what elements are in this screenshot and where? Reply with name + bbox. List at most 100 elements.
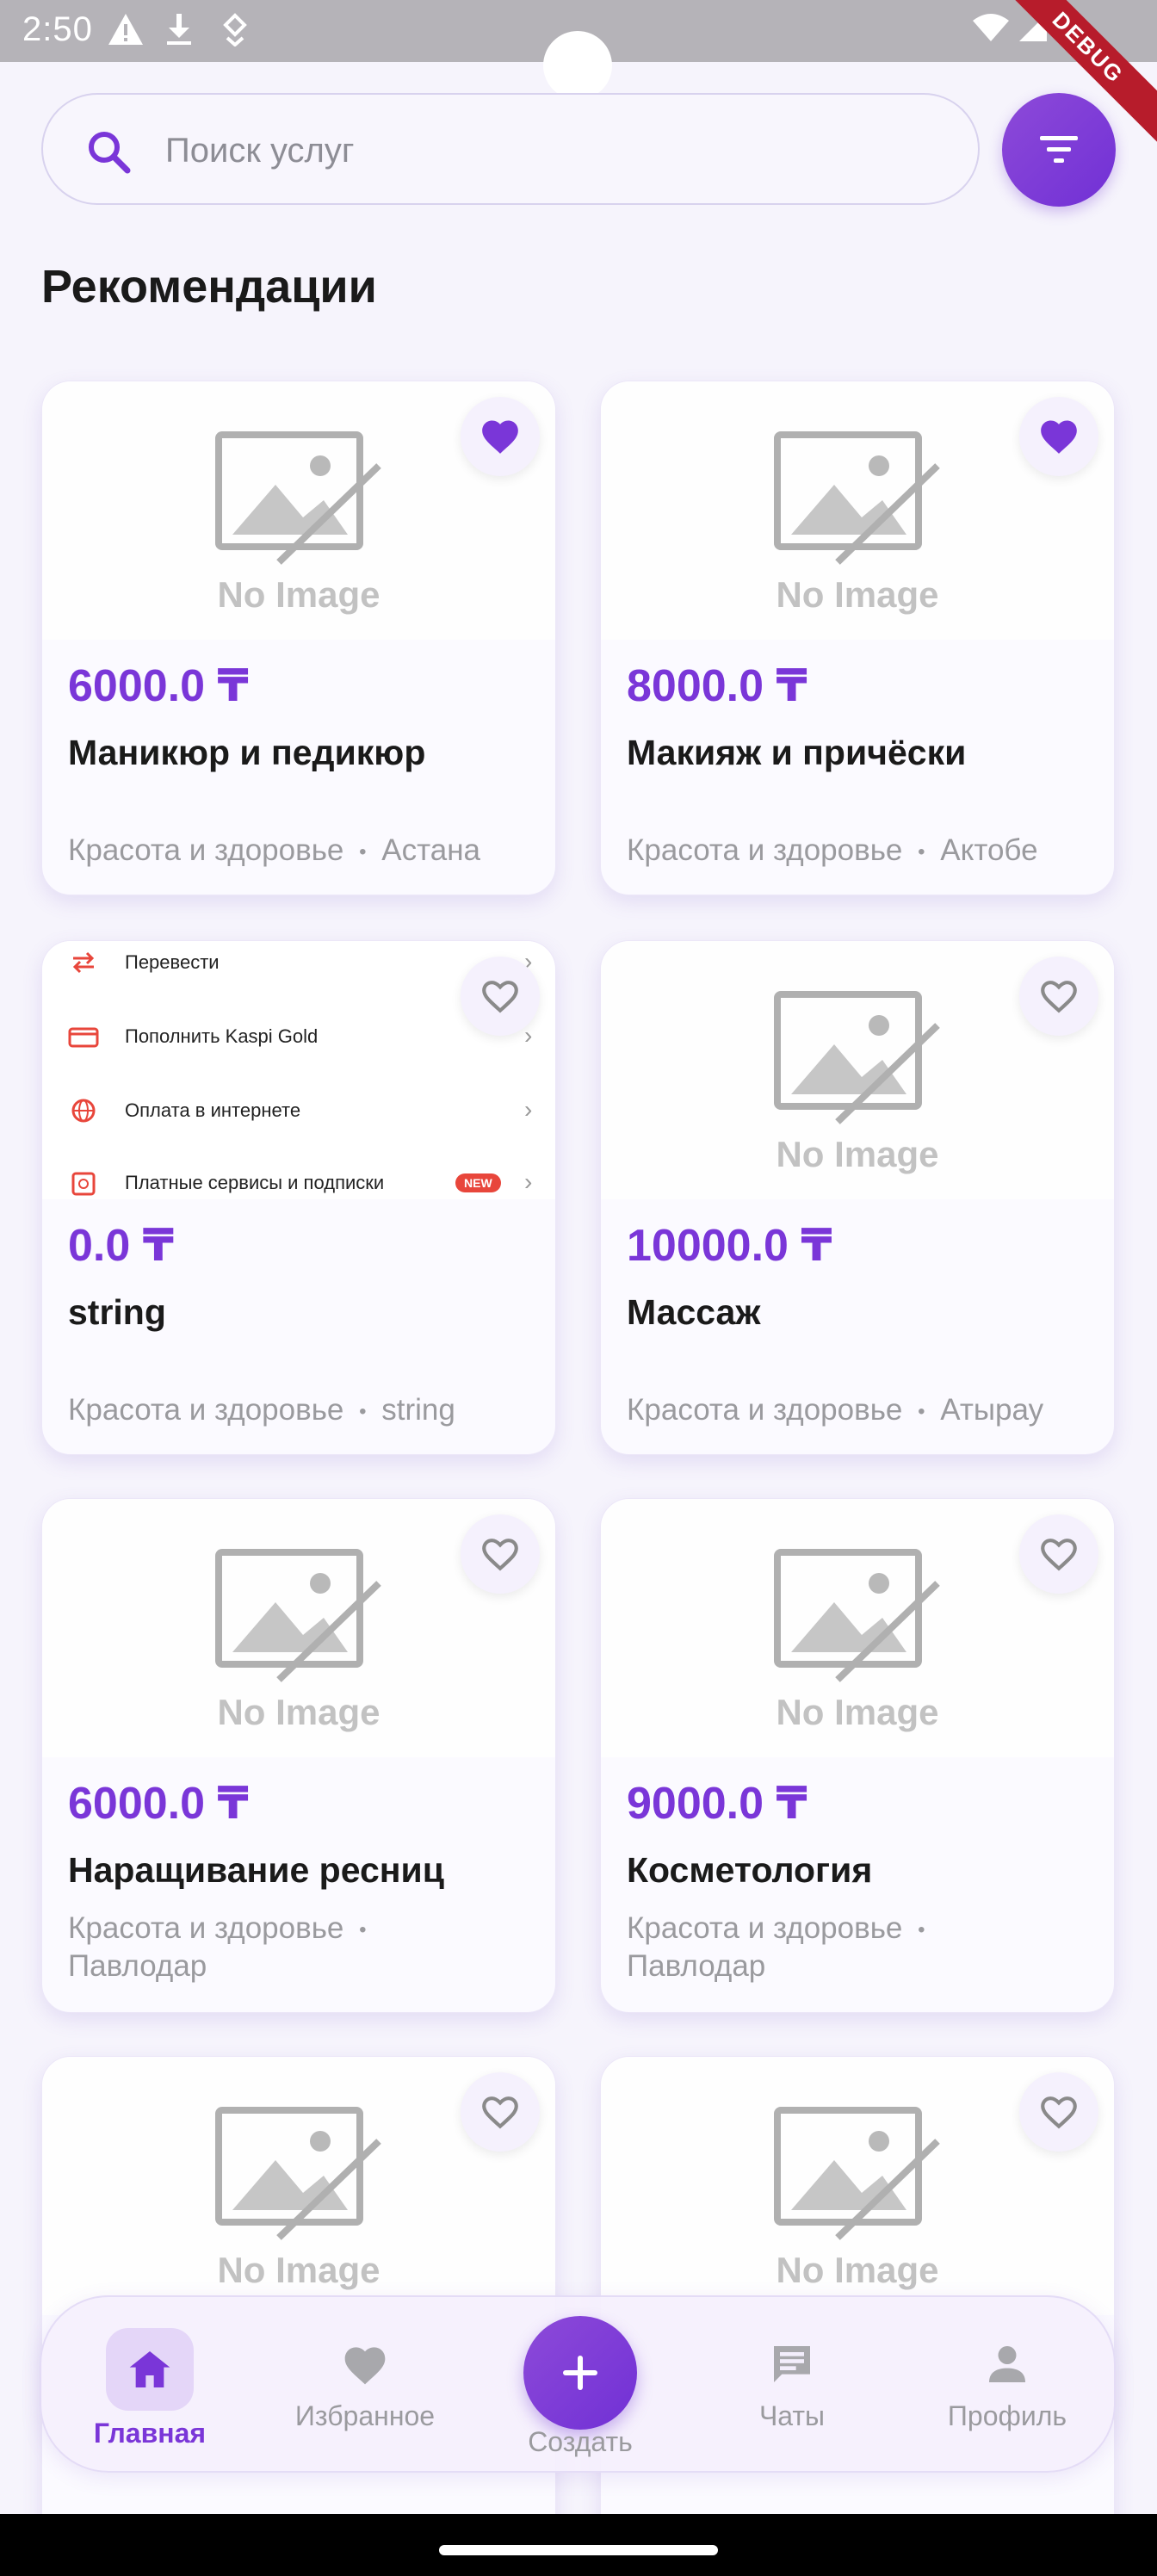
globe-icon [71, 1099, 96, 1123]
card-category: Красота и здоровье [68, 1393, 344, 1427]
filter-icon [1040, 136, 1078, 163]
card-title: string [68, 1292, 166, 1332]
nav-home-label: Главная [93, 2418, 207, 2449]
card-category: Красота и здоровье [627, 1911, 903, 1945]
favorite-button[interactable] [1019, 1514, 1098, 1594]
card-city: Павлодар [68, 1948, 207, 1983]
search-input[interactable] [164, 115, 942, 186]
heart-outline-icon [1041, 2096, 1077, 2129]
heart-outline-icon [482, 981, 518, 1013]
favorite-button[interactable] [1019, 2072, 1098, 2152]
card-meta: Красота и здоровье • string [68, 1392, 533, 1430]
card-price: 6000.0 ₸ [68, 1779, 249, 1829]
card-price: 6000.0 ₸ [68, 661, 249, 711]
no-image-icon: No Image [774, 991, 940, 1174]
nav-favorites[interactable]: Избранное [279, 2331, 451, 2432]
card-category: Красота и здоровье [627, 1393, 903, 1427]
screenshot-label: Пополнить Kaspi Gold [125, 1025, 319, 1047]
screenshot-row: Платные сервисы и подписки NEW › [42, 1161, 555, 1199]
no-image-label: No Image [776, 1134, 938, 1174]
no-image-icon: No Image [215, 1549, 381, 1732]
no-image-label: No Image [217, 2250, 380, 2290]
no-image-icon: No Image [774, 1549, 940, 1732]
status-time: 2:50 [22, 10, 93, 48]
card-category: Красота и здоровье [68, 833, 344, 867]
search-bar[interactable] [41, 93, 980, 205]
create-button[interactable] [523, 2316, 637, 2430]
service-card[interactable]: No Image 8000.0 ₸ Макияж и причёски Крас… [600, 381, 1115, 895]
favorite-button[interactable] [461, 2072, 540, 2152]
card-category: Красота и здоровье [68, 1911, 344, 1945]
no-image-label: No Image [776, 1692, 938, 1732]
nav-profile[interactable]: Профиль [921, 2331, 1093, 2432]
meta-separator: • [359, 839, 367, 864]
card-category: Красота и здоровье [627, 833, 903, 867]
favorite-button[interactable] [461, 957, 540, 1036]
card-topup-icon [68, 1027, 99, 1048]
bottom-nav: Главная Избранное Создать Чаты Профиль [40, 2295, 1116, 2473]
favorite-button[interactable] [461, 1514, 540, 1594]
card-city: Астана [381, 833, 481, 867]
subscription-icon [71, 1172, 96, 1196]
data-saver-icon [223, 13, 247, 46]
no-image-label: No Image [217, 574, 380, 615]
meta-separator: • [359, 1399, 367, 1423]
section-title: Рекомендации [41, 261, 377, 313]
camera-cutout [543, 31, 612, 100]
heart-outline-icon [482, 1539, 518, 1571]
card-city: string [381, 1393, 455, 1427]
card-title: Массаж [627, 1292, 761, 1332]
card-title: Наращивание ресниц [68, 1850, 444, 1890]
card-title: Маникюр и педикюр [68, 733, 426, 772]
chevron-right-icon: › [524, 1168, 533, 1195]
heart-icon [344, 2347, 386, 2385]
no-image-icon: No Image [215, 2107, 381, 2290]
no-image-label: No Image [776, 574, 938, 615]
nav-chats[interactable]: Чаты [706, 2331, 878, 2432]
service-card[interactable]: No Image 10000.0 ₸ Массаж Красота и здор… [600, 940, 1115, 1455]
home-indicator[interactable] [439, 2545, 718, 2555]
meta-separator: • [918, 1917, 925, 1941]
chevron-right-icon: › [524, 1096, 533, 1123]
card-title: Косметология [627, 1850, 873, 1890]
heart-filled-icon [482, 420, 518, 454]
card-meta: Красота и здоровье • Павлодар [68, 1910, 533, 1985]
heart-outline-icon [1041, 1539, 1077, 1571]
favorite-button[interactable] [1019, 957, 1098, 1036]
card-price: 8000.0 ₸ [627, 661, 807, 711]
service-card[interactable]: No Image 6000.0 ₸ Маникюр и педикюр Крас… [41, 381, 556, 895]
card-meta: Красота и здоровье • Павлодар [627, 1910, 1092, 1985]
service-card[interactable]: No Image 9000.0 ₸ Косметология Красота и… [600, 1498, 1115, 2013]
plus-icon [563, 2356, 597, 2390]
meta-separator: • [918, 1399, 925, 1423]
service-card[interactable]: Перевести › Пополнить Kaspi Gold › Оплат… [41, 940, 556, 1455]
search-icon [89, 132, 131, 174]
card-price: 10000.0 ₸ [627, 1221, 832, 1271]
heart-outline-icon [482, 2096, 518, 2129]
no-image-icon: No Image [774, 2107, 940, 2290]
nav-favorites-label: Избранное [294, 2400, 436, 2431]
no-image-icon: No Image [774, 431, 940, 615]
favorite-button[interactable] [1019, 397, 1098, 476]
screenshot-label: Платные сервисы и подписки [125, 1172, 385, 1193]
screenshot-label: Оплата в интернете [125, 1099, 301, 1121]
no-image-icon: No Image [215, 431, 381, 615]
screenshot-row: Оплата в интернете › [42, 1089, 555, 1141]
home-icon [129, 2351, 170, 2387]
screenshot-label: Перевести [125, 951, 220, 973]
new-badge: NEW [455, 1173, 501, 1192]
service-card[interactable]: No Image 6000.0 ₸ Наращивание ресниц Кра… [41, 1498, 556, 2013]
gesture-bar [0, 2514, 1157, 2576]
person-icon [989, 2346, 1025, 2382]
heart-filled-icon [1041, 420, 1077, 454]
card-city: Атырау [940, 1393, 1044, 1427]
nav-home[interactable]: Главная [64, 2328, 236, 2449]
meta-separator: • [359, 1917, 367, 1941]
filter-button[interactable] [1002, 93, 1116, 207]
favorite-button[interactable] [461, 397, 540, 476]
transfer-icon [72, 951, 95, 974]
download-icon [167, 14, 191, 45]
card-meta: Красота и здоровье • Астана [68, 833, 533, 870]
card-title: Макияж и причёски [627, 733, 967, 772]
nav-chats-label: Чаты [758, 2400, 826, 2431]
